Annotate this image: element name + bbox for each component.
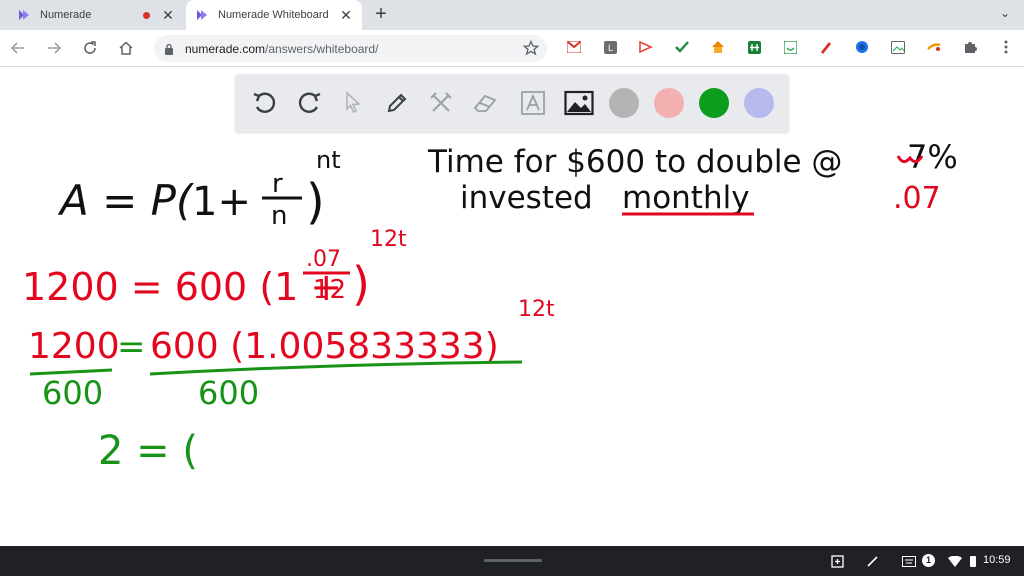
keyboard-icon[interactable] xyxy=(902,554,916,568)
svg-text:600 (1.005833333): 600 (1.005833333) xyxy=(150,326,499,367)
svg-text:2 = (: 2 = ( xyxy=(98,428,198,474)
handwriting-ink: A = P( 1+ r n ) nt Time for $600 to doub… xyxy=(22,138,958,474)
address-bar[interactable]: numerade.com/answers/whiteboard/ xyxy=(154,35,547,62)
svg-text:): ) xyxy=(306,174,325,230)
svg-text:600: 600 xyxy=(198,374,259,412)
svg-text:12t: 12t xyxy=(518,297,555,322)
stylus-icon[interactable] xyxy=(865,554,879,568)
screenshot-extension-icon[interactable] xyxy=(891,40,905,54)
tab-strip: Numerade ✕ Numerade Whiteboard ✕ + ⌄ xyxy=(0,0,1024,30)
svg-text:.07: .07 xyxy=(893,181,941,216)
check-extension-icon[interactable] xyxy=(675,40,689,54)
forward-button[interactable] xyxy=(44,38,64,58)
capture-mode-icon[interactable] xyxy=(830,554,844,568)
swoosh-extension-icon[interactable] xyxy=(927,40,941,54)
back-button[interactable] xyxy=(8,38,28,58)
new-tab-button[interactable]: + xyxy=(370,4,392,26)
wifi-icon[interactable] xyxy=(948,554,962,568)
svg-text:12: 12 xyxy=(313,275,346,305)
marker-extension-icon[interactable] xyxy=(819,40,833,54)
home-button[interactable] xyxy=(116,38,136,58)
svg-text:.07: .07 xyxy=(306,247,341,272)
formula-ink: A = P( 1+ r n ) nt xyxy=(57,146,341,231)
step1-ink: 1200 = 600 (1 + .07 12 ) 12t xyxy=(22,227,407,311)
close-icon[interactable]: ✕ xyxy=(160,7,176,23)
notification-badge[interactable]: 1 xyxy=(922,554,935,567)
svg-text:=: = xyxy=(117,327,146,367)
globe-extension-icon[interactable] xyxy=(855,40,869,54)
svg-text:nt: nt xyxy=(316,146,341,174)
close-icon[interactable]: ✕ xyxy=(338,7,354,23)
svg-text:1200: 1200 xyxy=(28,326,120,367)
forward-arrow-icon xyxy=(48,42,62,54)
chevron-down-icon[interactable]: ⌄ xyxy=(996,6,1014,24)
puzzle-extensions-icon[interactable] xyxy=(963,40,977,54)
url-host: numerade.com xyxy=(185,41,266,56)
svg-text:7%: 7% xyxy=(907,138,958,176)
svg-text:invested: invested xyxy=(460,180,593,216)
tab-numerade-whiteboard[interactable]: Numerade Whiteboard ✕ xyxy=(186,0,362,30)
house-extension-icon[interactable] xyxy=(711,40,725,54)
recording-indicator-icon xyxy=(143,11,150,19)
lock-icon[interactable] xyxy=(164,43,176,55)
url-path: /answers/whiteboard/ xyxy=(265,41,379,56)
arrow-extension-icon[interactable] xyxy=(639,40,653,54)
home-bar[interactable] xyxy=(484,559,542,562)
reload-icon xyxy=(84,41,96,54)
reload-button[interactable] xyxy=(80,38,100,58)
back-arrow-icon xyxy=(10,42,24,54)
tab-title: Numerade Whiteboard xyxy=(218,9,329,21)
step3-ink: 600 600 2 = ( xyxy=(42,374,259,474)
numerade-logo-icon xyxy=(194,7,210,23)
clock[interactable]: 10:59 xyxy=(983,554,1011,566)
menu-dots-icon[interactable] xyxy=(999,40,1013,54)
svg-text:n: n xyxy=(271,201,287,231)
whiteboard-canvas[interactable]: A = P( 1+ r n ) nt Time for $600 to doub… xyxy=(0,68,1024,546)
svg-text:1+: 1+ xyxy=(192,179,251,225)
svg-text:600: 600 xyxy=(42,374,103,412)
home-icon xyxy=(119,41,133,55)
svg-text:L: L xyxy=(608,43,613,53)
smile-extension-icon[interactable] xyxy=(783,40,797,54)
svg-text:r: r xyxy=(272,169,283,199)
grid-extension-icon[interactable] xyxy=(747,40,761,54)
svg-text:12t: 12t xyxy=(370,227,407,252)
gmail-extension-icon[interactable] xyxy=(567,40,581,54)
svg-text:1200 = 600 (1 +: 1200 = 600 (1 + xyxy=(22,265,342,309)
tab-title: Numerade xyxy=(40,9,92,21)
problem-ink: Time for $600 to double @ 7% invested mo… xyxy=(427,138,958,216)
numerade-logo-icon xyxy=(16,7,32,23)
svg-text:monthly: monthly xyxy=(622,180,750,216)
l-extension-icon[interactable]: L xyxy=(603,40,617,54)
os-shelf: 1 10:59 xyxy=(0,546,1024,576)
tab-numerade[interactable]: Numerade ✕ xyxy=(8,0,184,30)
browser-toolbar: numerade.com/answers/whiteboard/ xyxy=(0,30,1024,67)
svg-text:): ) xyxy=(352,257,370,311)
bookmark-star-icon[interactable] xyxy=(522,39,540,59)
battery-icon[interactable] xyxy=(966,554,980,568)
svg-text:Time for $600 to double @: Time for $600 to double @ xyxy=(427,144,842,180)
svg-text:A = P(: A = P( xyxy=(57,176,194,225)
